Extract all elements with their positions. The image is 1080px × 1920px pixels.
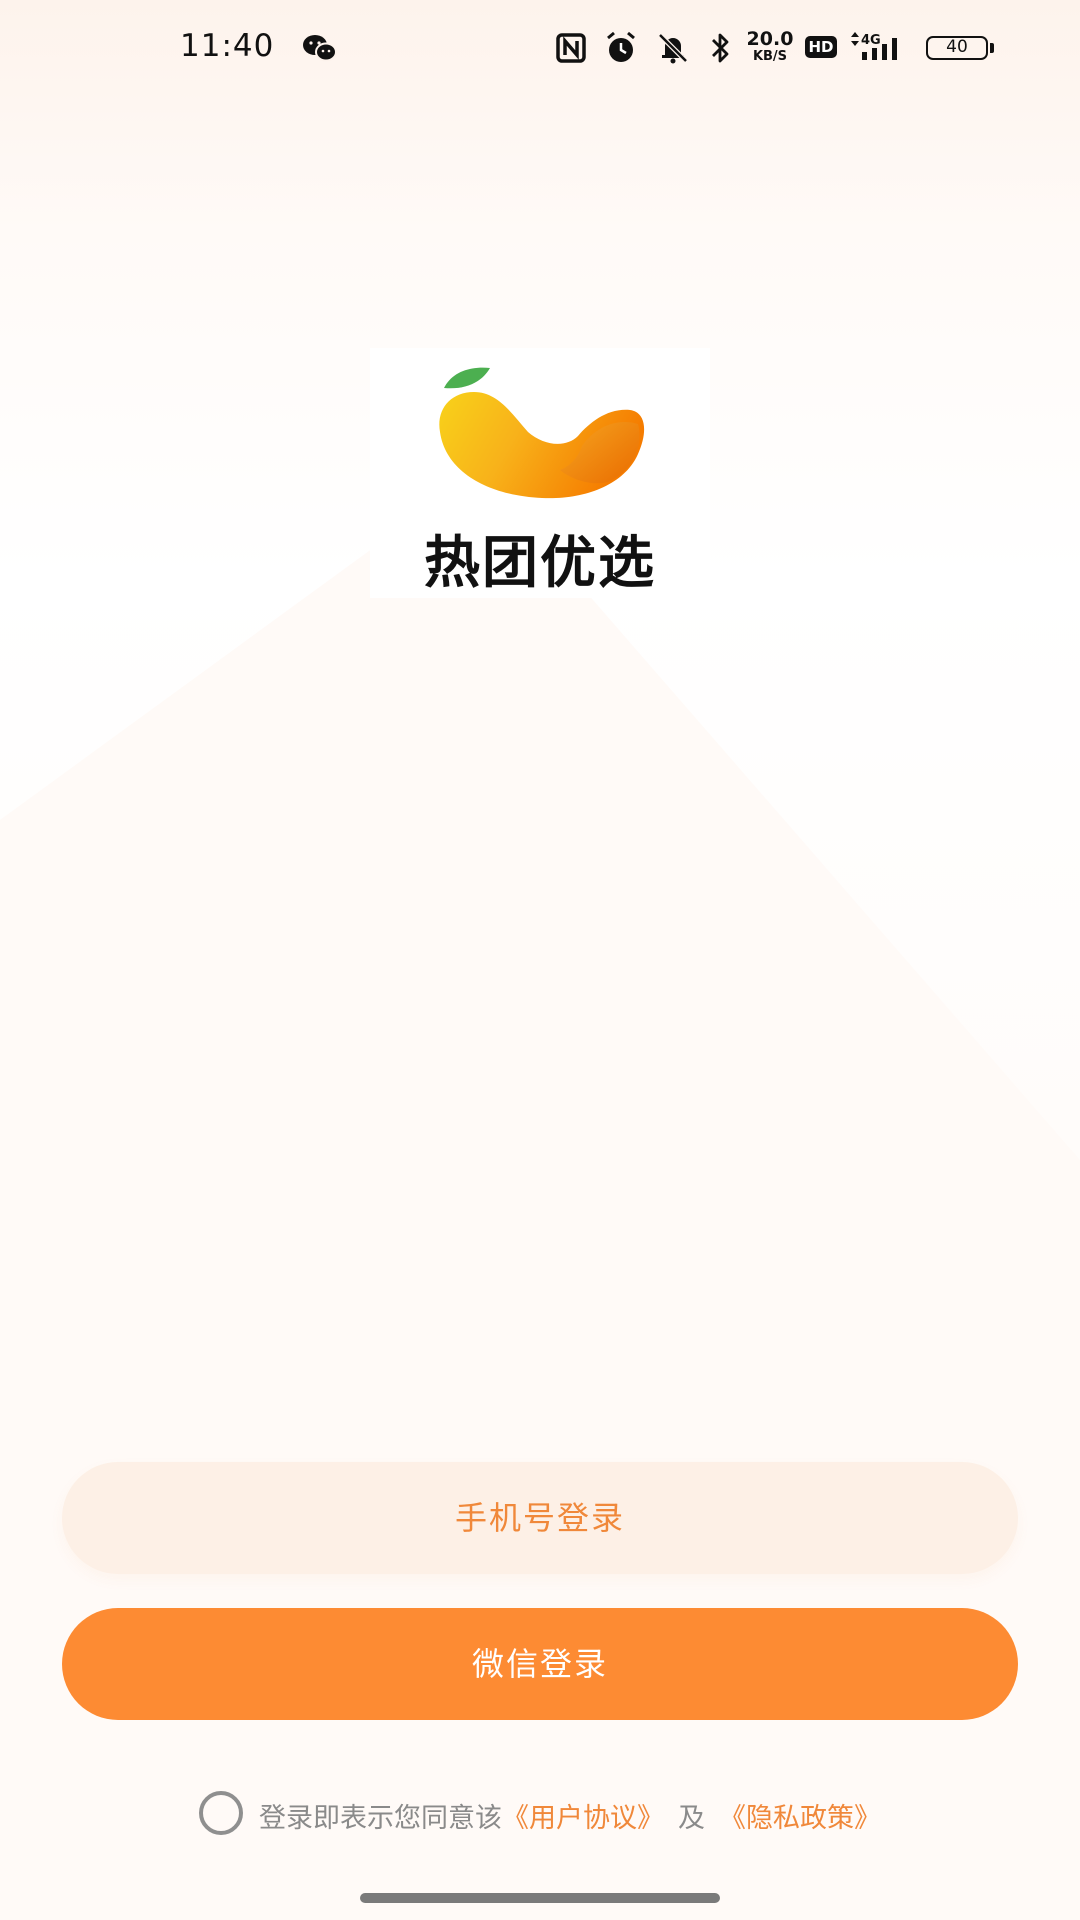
- brand-name: 热团优选: [424, 531, 656, 596]
- hd-badge: HD: [805, 36, 837, 58]
- status-time: 11:40: [180, 28, 275, 64]
- home-indicator[interactable]: [360, 1893, 720, 1903]
- agreement-checkbox[interactable]: [199, 1790, 243, 1835]
- app-logo: 热团优选: [370, 348, 710, 598]
- network-speed: 20.0 KB/S: [744, 30, 796, 66]
- user-agreement-link[interactable]: 《用户协议》: [502, 1803, 664, 1834]
- phone-login-button[interactable]: 手机号登录: [62, 1462, 1018, 1574]
- signal-label: 4G: [861, 33, 881, 48]
- agreement-and: 及: [678, 1803, 705, 1834]
- battery-icon: 40: [926, 36, 988, 60]
- wechat-icon: [303, 35, 337, 62]
- mango-logo-icon: [439, 367, 645, 499]
- nfc-icon: [556, 33, 586, 63]
- alarm-icon: [607, 31, 635, 62]
- battery-cap: [990, 43, 994, 53]
- network-speed-value: 20.0: [746, 28, 794, 50]
- privacy-policy-link[interactable]: 《隐私政策》: [719, 1803, 881, 1834]
- bluetooth-icon: [712, 33, 729, 63]
- wechat-login-button[interactable]: 微信登录: [62, 1608, 1018, 1720]
- agreement-text: 登录即表示您同意该: [259, 1803, 502, 1834]
- network-speed-unit: KB/S: [752, 49, 788, 64]
- status-bar: 11:40 20.0 KB/S HD 4G 40: [0, 0, 1080, 100]
- agreement-row: 登录即表示您同意该《用户协议》及《隐私政策》: [0, 1790, 1080, 1835]
- signal-icon: 4G: [851, 32, 897, 60]
- mute-icon: [658, 33, 688, 64]
